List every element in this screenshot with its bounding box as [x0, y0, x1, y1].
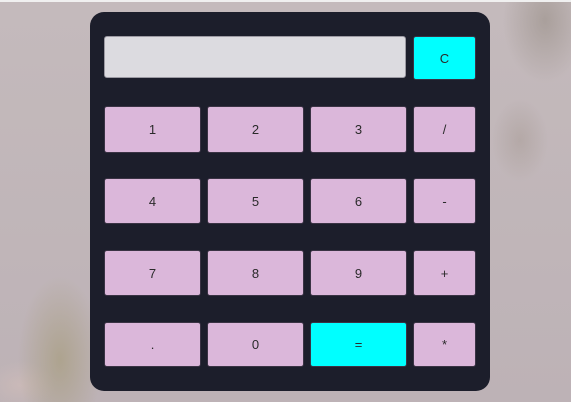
- calculator-display[interactable]: [104, 36, 406, 78]
- digit-1-button[interactable]: 1: [104, 106, 201, 153]
- digit-2-button[interactable]: 2: [207, 106, 304, 153]
- digit-0-button[interactable]: 0: [207, 322, 304, 367]
- digit-3-button[interactable]: 3: [310, 106, 407, 153]
- equals-button[interactable]: =: [310, 322, 407, 367]
- decimal-point-button[interactable]: .: [104, 322, 201, 367]
- multiply-button[interactable]: *: [413, 322, 476, 367]
- digit-4-button[interactable]: 4: [104, 178, 201, 224]
- digit-7-button[interactable]: 7: [104, 250, 201, 296]
- digit-8-button[interactable]: 8: [207, 250, 304, 296]
- digit-9-button[interactable]: 9: [310, 250, 407, 296]
- digit-5-button[interactable]: 5: [207, 178, 304, 224]
- calculator-panel: C 1 2 3 / 4 5 6 - 7 8 9 + . 0 = *: [90, 12, 490, 391]
- digit-6-button[interactable]: 6: [310, 178, 407, 224]
- divide-button[interactable]: /: [413, 106, 476, 153]
- subtract-button[interactable]: -: [413, 178, 476, 224]
- add-button[interactable]: +: [413, 250, 476, 296]
- page-top-border: [0, 0, 571, 2]
- clear-button[interactable]: C: [413, 36, 476, 80]
